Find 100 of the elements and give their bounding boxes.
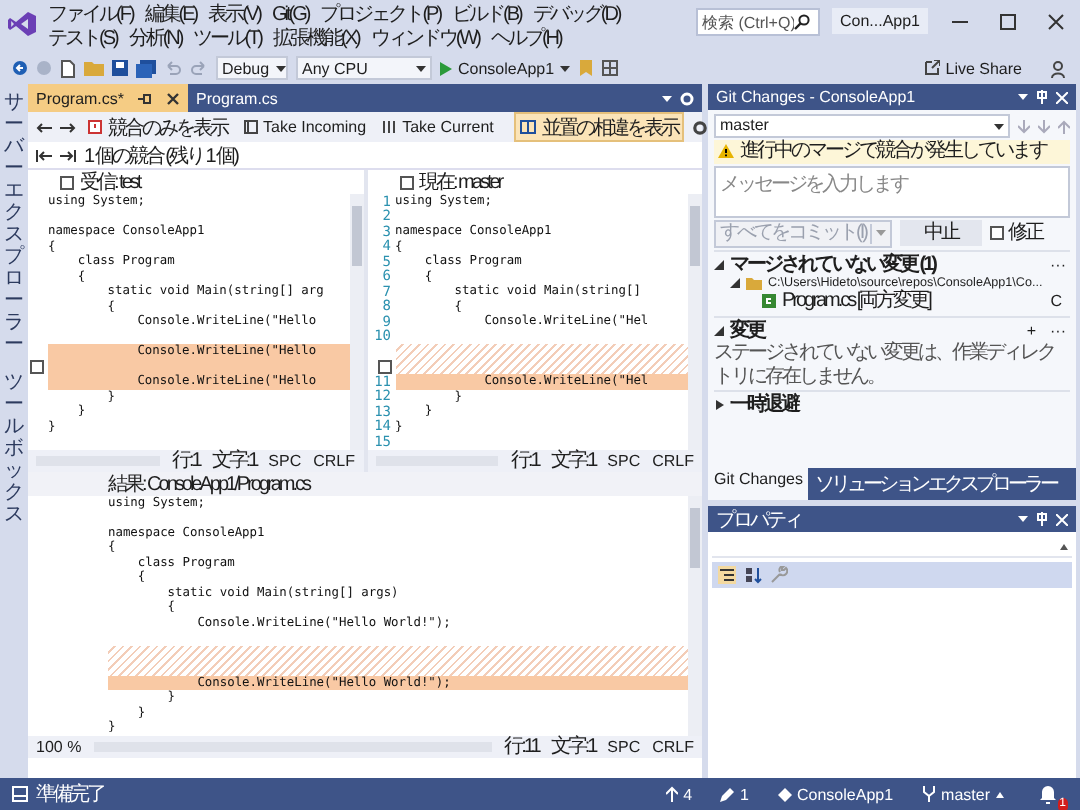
new-file-icon[interactable] bbox=[60, 59, 76, 77]
caret-icon[interactable] bbox=[1018, 516, 1028, 522]
back-icon[interactable] bbox=[12, 60, 28, 76]
categorized-icon[interactable] bbox=[718, 566, 736, 584]
save-all-icon[interactable] bbox=[136, 59, 156, 77]
back-arrow-icon[interactable] bbox=[36, 121, 52, 133]
toolbar-button[interactable]: 競合のみを表示 bbox=[84, 114, 231, 140]
tree-item[interactable]: Program.cs [両方変更] bbox=[782, 290, 930, 314]
branch-indicator[interactable]: master bbox=[921, 785, 1004, 803]
section-action[interactable]: ··· bbox=[1046, 321, 1070, 341]
pane-title: 現在: master bbox=[419, 170, 502, 194]
section-action[interactable]: + bbox=[1022, 321, 1040, 341]
status-text: SPC bbox=[607, 737, 641, 755]
section-title[interactable]: マージされていない変更 (1) bbox=[730, 253, 935, 276]
section-title[interactable]: 一時退避 bbox=[730, 394, 798, 418]
start-button[interactable]: ConsoleApp1 bbox=[440, 59, 571, 77]
platform-dropdown[interactable]: Any CPU bbox=[296, 56, 432, 80]
panel-tab[interactable]: Git Changes bbox=[708, 468, 809, 500]
search-icon bbox=[793, 14, 810, 30]
conflict-count: 1 個の競合 (残り 1 個) bbox=[84, 143, 237, 169]
caret-icon[interactable] bbox=[662, 95, 672, 101]
push-count[interactable]: 4 bbox=[665, 785, 693, 803]
configuration-dropdown[interactable]: Debug bbox=[216, 56, 288, 80]
status-text: 準備完了 bbox=[36, 781, 104, 808]
menu-item[interactable]: ツール(T) bbox=[193, 28, 262, 52]
status-text: 行:1 bbox=[171, 448, 200, 474]
menu-item[interactable]: 表示(V) bbox=[208, 4, 260, 28]
sort-alpha-icon[interactable] bbox=[744, 566, 762, 584]
bell-icon[interactable] bbox=[1040, 785, 1056, 803]
status-text: CRLF bbox=[652, 737, 694, 755]
live-share-button[interactable]: Live Share bbox=[923, 59, 1022, 77]
menu-item[interactable]: 編集(E) bbox=[144, 4, 197, 28]
vertical-scrollbar[interactable] bbox=[349, 194, 363, 449]
share-icon bbox=[923, 60, 940, 76]
section-title[interactable]: 変更 bbox=[730, 319, 764, 343]
zoom-level[interactable]: 100 % bbox=[36, 737, 82, 755]
collapsed-triangle-icon[interactable] bbox=[714, 400, 724, 411]
menu-item[interactable]: プロジェクト(P) bbox=[320, 4, 441, 28]
checkbox[interactable] bbox=[60, 175, 74, 189]
side-tab[interactable]: ツールボックス bbox=[4, 372, 24, 526]
forward-arrow-icon[interactable] bbox=[60, 121, 76, 133]
caret-icon bbox=[416, 65, 426, 71]
save-icon[interactable] bbox=[112, 60, 128, 76]
menu-item[interactable]: テスト(S) bbox=[48, 28, 117, 52]
menu-item[interactable]: 拡張機能(X) bbox=[273, 28, 359, 52]
document-tab[interactable]: Program.cs bbox=[188, 84, 286, 112]
panel-tab[interactable]: ソリューション エクスプローラー bbox=[808, 468, 1063, 500]
menu-item[interactable]: Git(G) bbox=[271, 4, 309, 28]
status-text: 行:11 bbox=[504, 734, 539, 760]
grid-icon[interactable] bbox=[602, 60, 619, 76]
maximize-icon[interactable] bbox=[998, 12, 1018, 32]
changes-count[interactable]: 1 bbox=[720, 785, 749, 803]
app-logo-icon[interactable] bbox=[8, 12, 36, 36]
status-text: SPC bbox=[268, 451, 302, 469]
section-action[interactable]: ··· bbox=[1046, 255, 1070, 274]
toolbar-button[interactable]: Take Current bbox=[378, 114, 498, 140]
caret-icon bbox=[875, 230, 886, 236]
pin-icon[interactable] bbox=[138, 91, 153, 105]
pencil-icon bbox=[720, 787, 735, 801]
side-by-side-toggle[interactable]: 並置の相違を表示 bbox=[513, 112, 684, 142]
pane-title: 受信: test bbox=[80, 169, 140, 194]
menu-item[interactable]: ビルド(B) bbox=[452, 4, 521, 28]
vertical-scrollbar[interactable] bbox=[688, 495, 702, 735]
next-conflict-icon[interactable] bbox=[60, 149, 76, 161]
message-field[interactable]: メッセージを入力します bbox=[714, 165, 1070, 217]
menu-item[interactable]: ヘルプ(H) bbox=[490, 28, 561, 52]
panel-title: Git Changes - ConsoleApp1 bbox=[716, 88, 916, 106]
project-indicator[interactable]: ConsoleApp1 bbox=[777, 785, 894, 803]
checkbox[interactable] bbox=[30, 359, 44, 374]
panel-title: プロパティ bbox=[716, 507, 801, 533]
toolbar-button[interactable]: Take Incoming bbox=[239, 114, 371, 140]
caret-icon bbox=[1060, 543, 1068, 549]
folder-icon bbox=[746, 277, 762, 290]
csharp-file-icon bbox=[762, 294, 776, 309]
menu-item[interactable]: 分析(N) bbox=[128, 28, 182, 52]
branch-icon bbox=[921, 786, 936, 802]
vertical-scrollbar[interactable] bbox=[688, 194, 702, 449]
feedback-icon[interactable] bbox=[1050, 59, 1068, 77]
document-tab[interactable]: Program.cs* bbox=[28, 84, 189, 112]
close-icon[interactable] bbox=[166, 91, 181, 105]
expanded-triangle-icon[interactable] bbox=[714, 325, 724, 336]
abort-button[interactable]: 中止 bbox=[899, 220, 982, 246]
checkbox[interactable] bbox=[399, 175, 413, 189]
expanded-triangle-icon[interactable] bbox=[714, 259, 724, 270]
side-tab[interactable]: サーバーエクスプローラー bbox=[4, 92, 24, 356]
checkbox[interactable] bbox=[989, 226, 1004, 240]
caret-icon[interactable] bbox=[1018, 94, 1028, 100]
status-text: SPC bbox=[607, 451, 641, 469]
first-conflict-icon[interactable] bbox=[36, 149, 52, 161]
status-text: CRLF bbox=[652, 451, 694, 469]
warning-icon bbox=[718, 144, 734, 159]
checkbox[interactable] bbox=[377, 359, 391, 374]
expanded-triangle-icon[interactable] bbox=[730, 278, 740, 289]
search-field[interactable]: 検索 (Ctrl+Q) bbox=[695, 8, 820, 36]
menu-item[interactable]: デバッグ(D) bbox=[532, 4, 620, 28]
branch-dropdown[interactable]: master bbox=[714, 114, 1010, 138]
menu-item[interactable]: ファイル(F) bbox=[48, 4, 133, 28]
close-icon[interactable] bbox=[1046, 12, 1066, 32]
gem-icon bbox=[777, 787, 791, 801]
menu-item[interactable]: ウィンドウ(W) bbox=[370, 28, 479, 52]
